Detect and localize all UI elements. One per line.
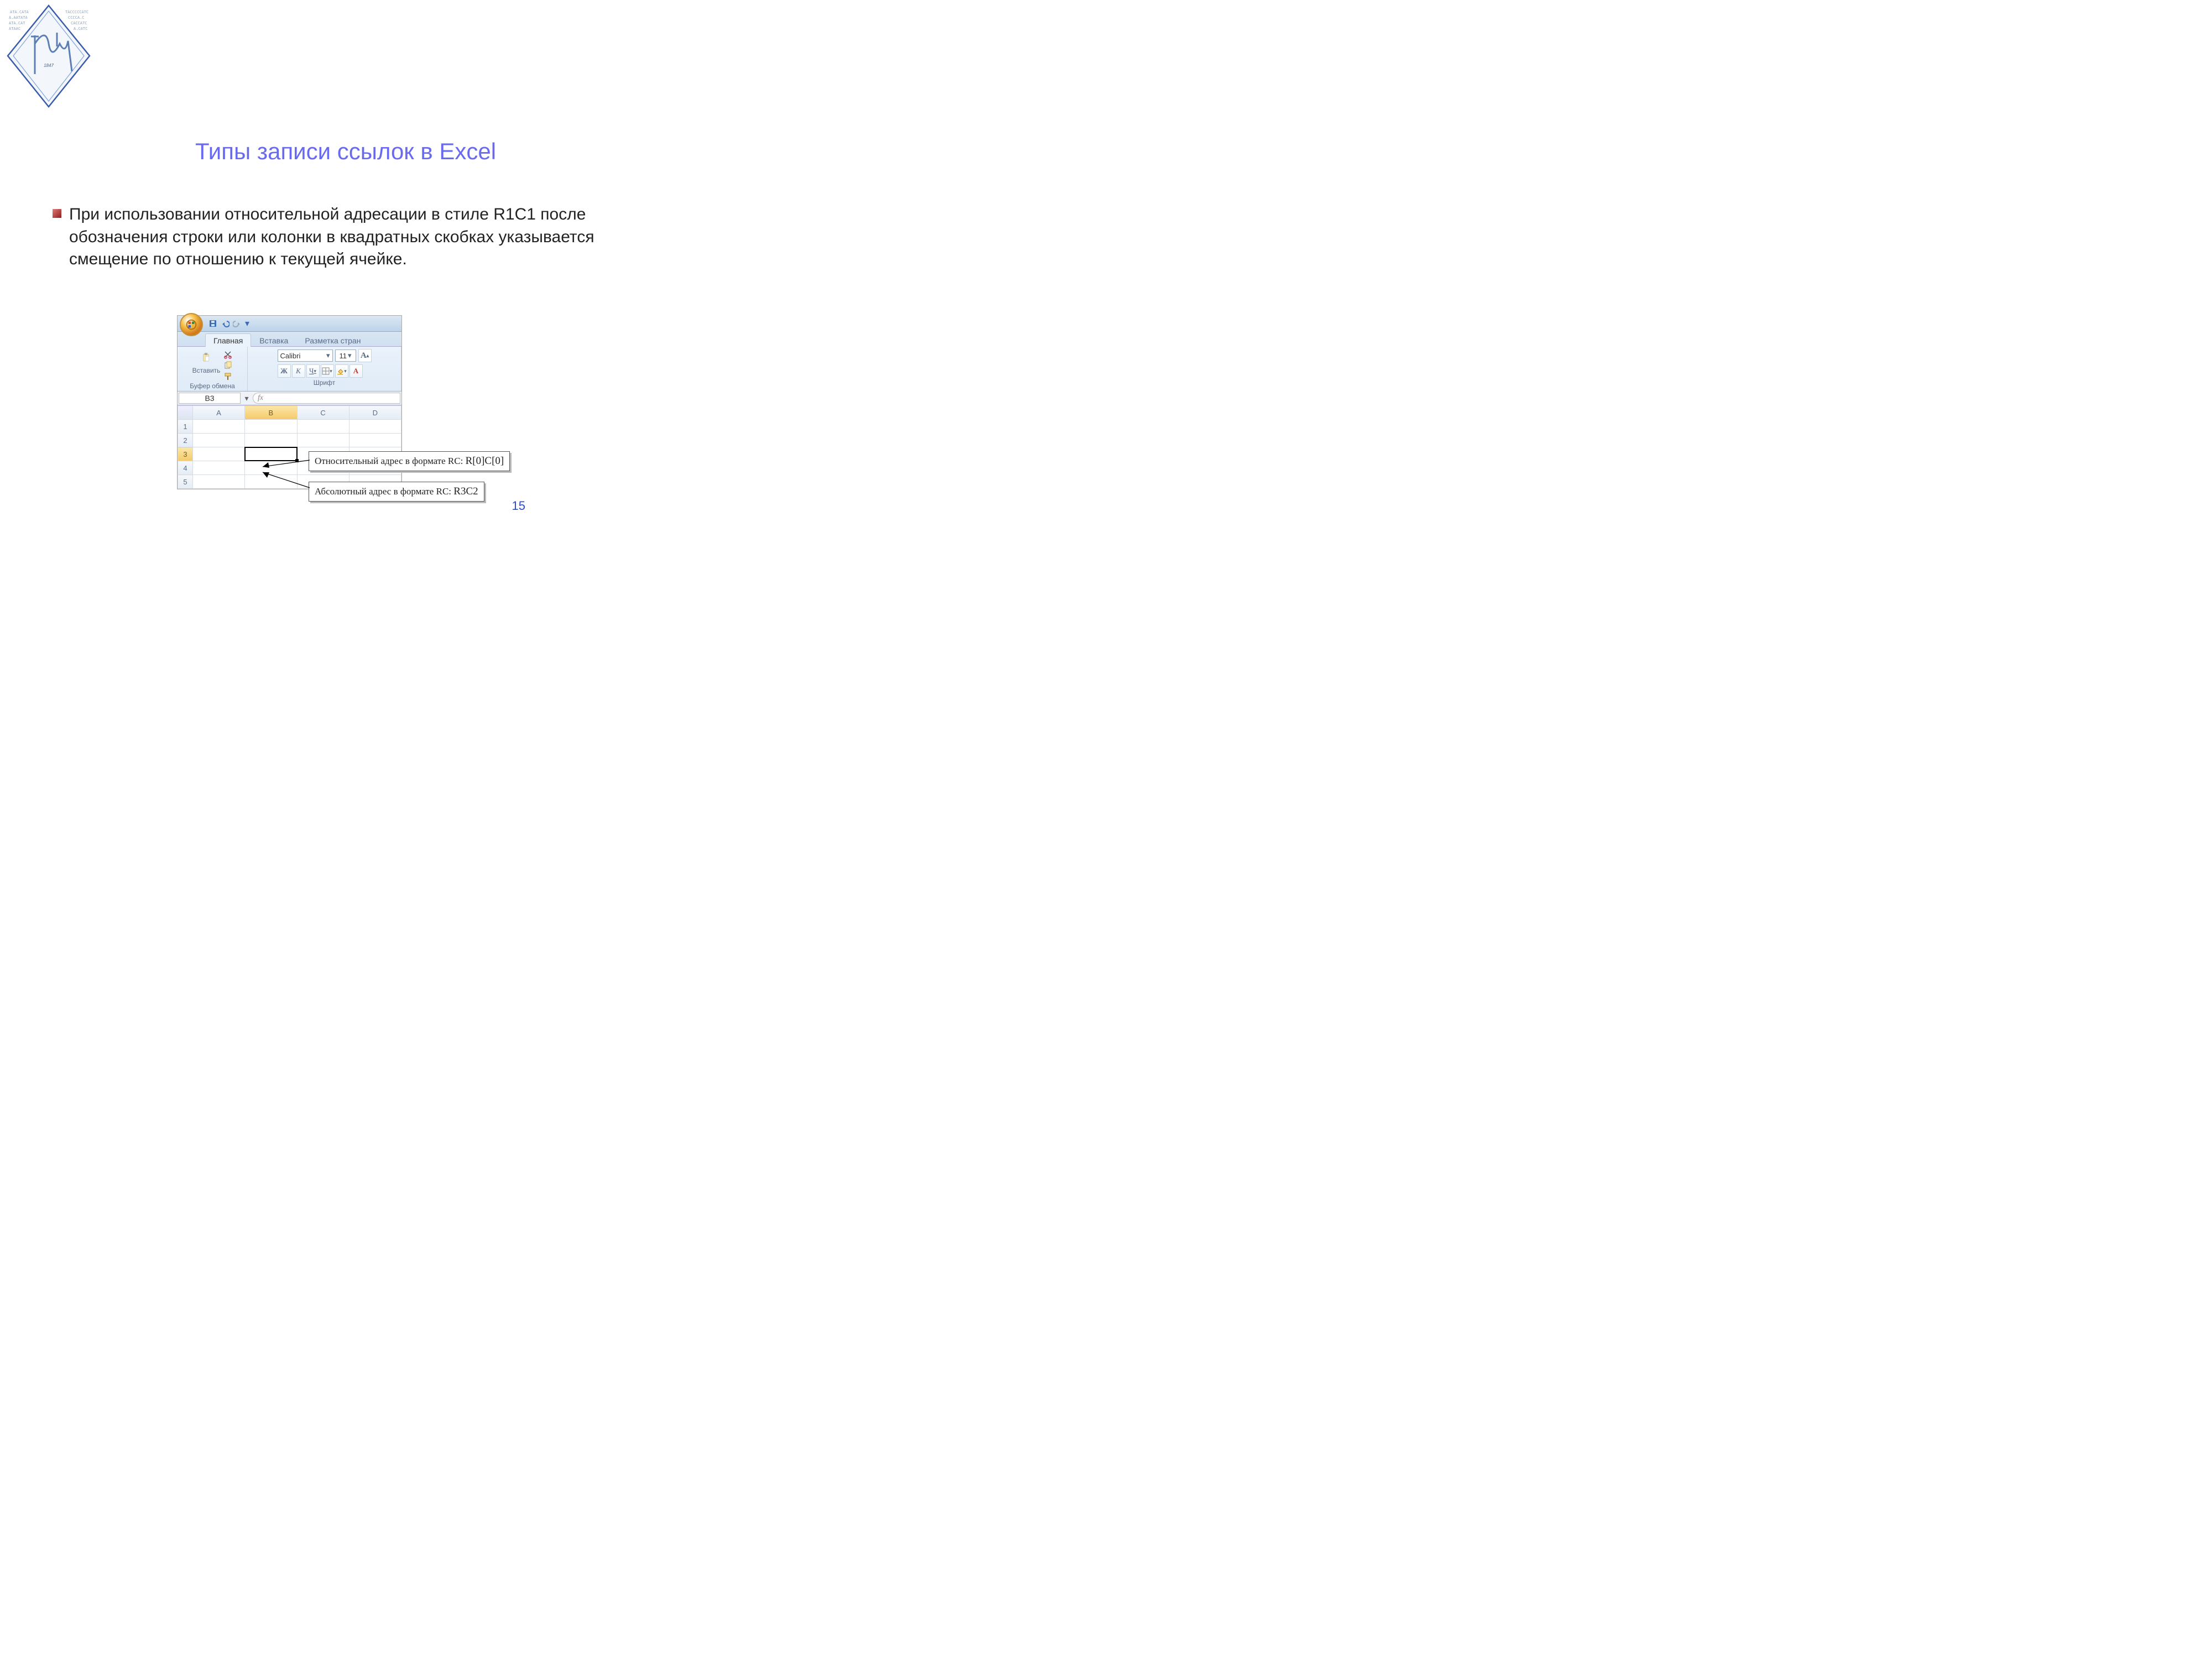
callout-relative-text: Относительный адрес в формате RC: [315, 456, 466, 466]
excel-figure: ▾ Главная Вставка Разметка стран Вставит… [177, 315, 559, 516]
svg-text:CCCCA.C: CCCCA.C [68, 15, 85, 20]
font-size-combo[interactable]: 11 ▾ [335, 349, 356, 362]
svg-text:ATAAC: ATAAC [9, 27, 20, 31]
group-clipboard-label: Буфер обмена [190, 382, 235, 390]
svg-text:1847: 1847 [44, 63, 54, 68]
format-painter-icon[interactable] [223, 372, 232, 381]
font-color-button[interactable]: A [349, 364, 363, 378]
group-clipboard: Вставить [178, 347, 248, 391]
undo-icon[interactable] [221, 319, 229, 328]
svg-text:A.AATATA: A.AATATA [9, 15, 28, 20]
col-header-A[interactable]: A [193, 406, 245, 420]
col-header-B[interactable]: B [245, 406, 297, 420]
ribbon-tabs: Главная Вставка Разметка стран [178, 332, 401, 347]
callout-absolute-text: Абсолютный адрес в формате RC: [315, 486, 453, 497]
office-button[interactable] [180, 313, 203, 336]
paste-label: Вставить [192, 367, 221, 374]
chevron-down-icon: ▾ [326, 351, 330, 360]
fx-label: fx [258, 394, 263, 403]
body-text-block: При использовании относительной адресаци… [53, 204, 644, 271]
select-all-corner[interactable] [178, 406, 193, 420]
row-header[interactable]: 3 [178, 447, 193, 461]
callout-absolute-value: R3C2 [453, 486, 478, 497]
group-font: Calibri ▾ 11 ▾ A▴ Ж [248, 347, 401, 391]
svg-text:A.CATC: A.CATC [74, 27, 87, 31]
callout-relative: Относительный адрес в формате RC: R[0]C[… [309, 451, 510, 471]
tab-insert[interactable]: Вставка [251, 333, 296, 347]
save-icon[interactable] [208, 319, 217, 328]
bold-button[interactable]: Ж [278, 364, 291, 378]
slide-title: Типы записи ссылок в Excel [0, 138, 691, 165]
svg-text:ATA.CATA: ATA.CATA [10, 10, 29, 14]
row-header[interactable]: 5 [178, 475, 193, 489]
bullet-item: При использовании относительной адресаци… [53, 204, 644, 271]
callout-absolute: Абсолютный адрес в формате RC: R3C2 [309, 482, 484, 502]
font-name-combo[interactable]: Calibri ▾ [278, 349, 333, 362]
group-font-label: Шрифт [314, 379, 335, 387]
tab-layout[interactable]: Разметка стран [296, 333, 369, 347]
svg-text:TACCCCCATC: TACCCCCATC [65, 10, 88, 14]
qat-dropdown-icon[interactable]: ▾ [245, 318, 249, 329]
fx-input[interactable]: fx [253, 393, 400, 404]
spreadsheet-grid[interactable]: A B C D 1 2 3 4 5 [178, 405, 401, 489]
namebox-dropdown-icon[interactable]: ▾ [242, 392, 252, 405]
row-header[interactable]: 4 [178, 461, 193, 475]
slide: ATA.CATA A.AATATA ATA.CAT ATAAC TACCCCCA… [0, 0, 691, 519]
fill-color-button[interactable]: ▾ [335, 364, 348, 378]
italic-button[interactable]: К [292, 364, 305, 378]
borders-button[interactable]: ▾ [321, 364, 334, 378]
university-logo: ATA.CATA A.AATATA ATA.CAT ATAAC TACCCCCA… [4, 2, 93, 110]
quick-access-toolbar: ▾ [208, 318, 249, 329]
tab-home[interactable]: Главная [205, 333, 251, 347]
formula-bar: B3 ▾ fx [178, 392, 401, 405]
bullet-text: При использовании относительной адресаци… [69, 204, 644, 271]
row-header[interactable]: 2 [178, 434, 193, 447]
copy-icon[interactable] [223, 361, 232, 370]
bullet-icon [53, 209, 61, 218]
font-name-value: Calibri [280, 352, 301, 360]
paste-button[interactable]: Вставить [192, 349, 221, 374]
col-header-D[interactable]: D [349, 406, 401, 420]
redo-icon[interactable] [233, 319, 242, 328]
underline-button[interactable]: Ч▾ [306, 364, 320, 378]
excel-titlebar: ▾ [178, 316, 401, 332]
callout-relative-value: R[0]C[0] [466, 455, 504, 467]
row-header[interactable]: 1 [178, 420, 193, 434]
page-number: 15 [512, 499, 525, 513]
ribbon-body: Вставить [178, 347, 401, 392]
svg-text:CACCATC: CACCATC [71, 21, 87, 25]
selected-cell[interactable] [245, 447, 297, 461]
font-size-value: 11 [339, 352, 347, 360]
chevron-down-icon: ▾ [348, 351, 352, 360]
cut-icon[interactable] [223, 350, 232, 359]
name-box[interactable]: B3 [179, 393, 241, 404]
col-header-C[interactable]: C [297, 406, 349, 420]
increase-font-icon[interactable]: A▴ [358, 349, 372, 362]
svg-text:ATA.CAT: ATA.CAT [9, 21, 25, 25]
